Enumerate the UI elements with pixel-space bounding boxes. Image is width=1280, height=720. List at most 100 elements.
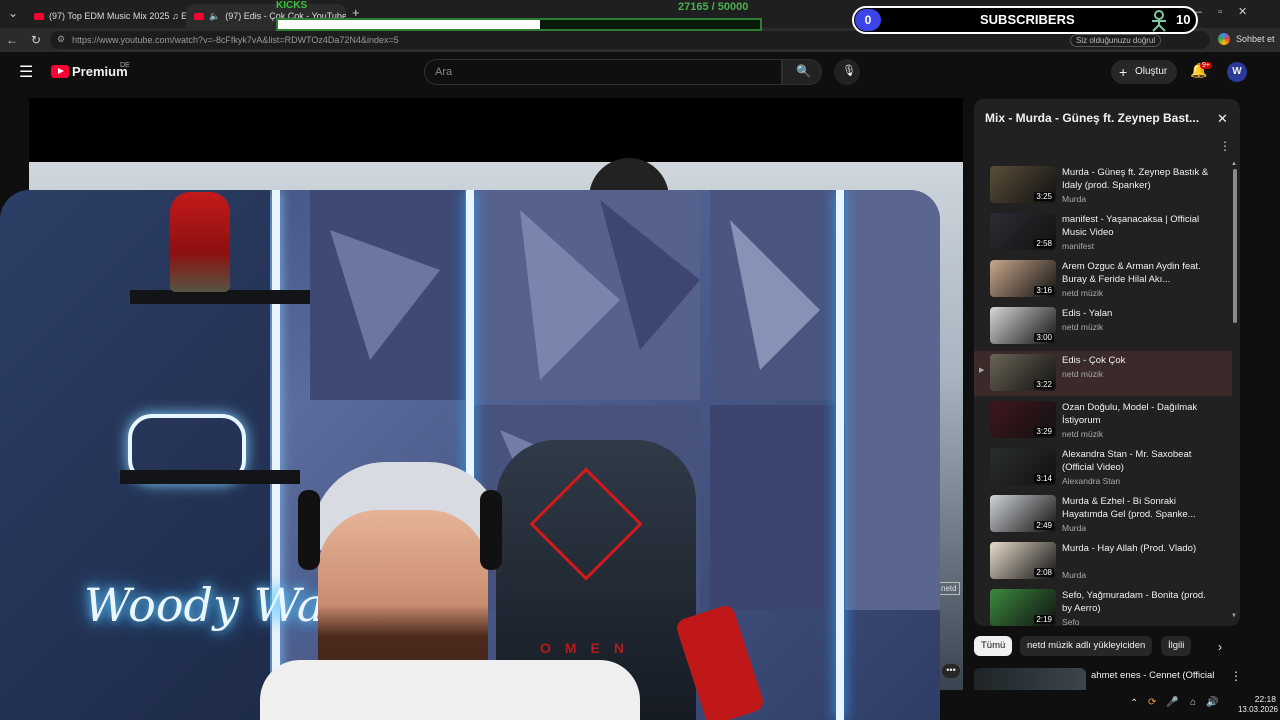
tab-list-chevron-icon[interactable]: ⌄ [5, 5, 21, 21]
playlist-thumbnail[interactable]: 3:00 [990, 307, 1056, 344]
playlist-scrollbar[interactable] [1233, 169, 1237, 323]
next-video-more-icon[interactable]: ⋮ [1230, 669, 1242, 683]
playlist-item[interactable]: 3:14 Alexandra Stan - Mr. Saxobeat (Offic… [974, 445, 1232, 490]
tab-title: (97) Top EDM Music Mix 2025 ♫ E [49, 11, 186, 21]
playlist-item-title: Edis - Çok Çok [1062, 355, 1126, 366]
video-duration: 2:58 [1034, 239, 1054, 248]
chips-next-icon[interactable]: › [1218, 640, 1222, 654]
tray-date[interactable]: 13.03.2026 [1228, 705, 1278, 714]
playlist-item-channel: netd müzik [1062, 288, 1104, 298]
tab-edm-mix[interactable]: (97) Top EDM Music Mix 2025 ♫ E ✕ [26, 4, 186, 28]
scroll-down-arrow-icon[interactable]: ▼ [1231, 613, 1237, 619]
playlist-item[interactable]: 2:08 Murda - Hay Allah (Prod. Vlado) Murda [974, 539, 1232, 584]
playlist-thumbnail[interactable]: 3:22 [990, 354, 1056, 391]
avatar[interactable]: W [1227, 62, 1247, 82]
video-duration: 3:14 [1034, 474, 1054, 483]
voice-search-button[interactable]: 🎙 [834, 59, 860, 85]
back-icon[interactable]: ← [4, 32, 20, 48]
tray-volume-icon[interactable]: 🔊 [1206, 697, 1218, 708]
playlist-thumbnail[interactable]: 2:08 [990, 542, 1056, 579]
now-playing-icon: ▶ [979, 367, 985, 374]
webcam-overlay: Woody Walker OMEN [0, 190, 940, 720]
playlist-item-channel: Murda [1062, 194, 1087, 204]
video-duration: 2:08 [1034, 568, 1054, 577]
playlist-item-channel: Alexandra Stan [1062, 476, 1121, 486]
playlist-item-channel: Sefo [1062, 617, 1080, 626]
youtube-logo-icon[interactable] [51, 65, 69, 78]
playlist-item-title: Sefo, Yağmuradam - Bonita (prod. by Aerr… [1062, 590, 1206, 614]
next-video-thumbnail[interactable] [974, 668, 1086, 690]
subs-label: SUBSCRIBERS [980, 12, 1075, 27]
playlist-item-channel: netd müzik [1062, 369, 1104, 379]
copilot-icon[interactable] [1218, 33, 1230, 45]
search-button[interactable]: 🔍 [782, 59, 822, 85]
site-info-icon[interactable]: ⚙ [57, 34, 65, 45]
wall-shelf [120, 470, 300, 484]
playlist-thumbnail[interactable]: 3:16 [990, 260, 1056, 297]
playlist-item[interactable]: 2:49 Murda & Ezhel - Bi Sonraki Hayatımda… [974, 492, 1232, 537]
tray-chevron-icon[interactable]: ⌃ [1130, 698, 1138, 709]
youtube-header: ☰ Premium DE Ara 🔍 🎙 + Oluştur 🔔 9+ W [0, 52, 1268, 92]
tray-app-icon[interactable]: ⟳ [1148, 697, 1156, 708]
playlist-item[interactable]: 3:00 Edis - Yalan netd müzik [974, 304, 1232, 349]
playlist-item[interactable]: 3:25 Murda - Güneş ft. Zeynep Bastık & Id… [974, 163, 1232, 208]
playlist-item-title: manifest - Yaşanacaksa | Official Music … [1062, 214, 1200, 238]
next-video-title[interactable]: ahmet enes - Cennet (Official [1091, 670, 1221, 681]
playlist-thumbnail[interactable]: 2:58 [990, 213, 1056, 250]
playlist-item-title: Murda - Güneş ft. Zeynep Bastık & Idaly … [1062, 167, 1209, 191]
chat-label[interactable]: Sohbet et [1236, 34, 1275, 44]
plus-icon: + [1119, 64, 1128, 80]
subs-count: 0 [855, 9, 881, 31]
figurine [170, 192, 230, 292]
microphone-icon: 🎙 [842, 65, 856, 77]
headphones [298, 490, 320, 570]
speaker-icon[interactable]: 🔈 [209, 11, 220, 22]
close-playlist-icon[interactable]: ✕ [1217, 111, 1228, 127]
playlist-thumbnail[interactable]: 3:29 [990, 401, 1056, 438]
playlist-thumbnail[interactable]: 2:19 [990, 589, 1056, 626]
playlist-item-current[interactable]: ▶ 3:22 Edis - Çok Çok netd müzik [974, 351, 1232, 396]
playlist-thumbnail[interactable]: 3:25 [990, 166, 1056, 203]
playlist-title[interactable]: Mix - Murda - Güneş ft. Zeynep Bast... [985, 111, 1205, 125]
tray-mic-icon[interactable]: 🎤 [1166, 697, 1178, 708]
chip-all[interactable]: Tümü [974, 636, 1013, 656]
led-strip [272, 190, 280, 720]
more-actions-icon[interactable]: ••• [942, 664, 960, 678]
scroll-up-arrow-icon[interactable]: ▲ [1231, 161, 1237, 167]
led-strip [836, 190, 844, 720]
subs-goal: 10 [1176, 12, 1191, 27]
playlist-item[interactable]: 3:16 Arem Ozguc & Arman Aydin feat. Buray… [974, 257, 1232, 302]
playlist-thumbnail[interactable]: 2:49 [990, 495, 1056, 532]
playlist-list: 3:25 Murda - Güneş ft. Zeynep Bastık & Id… [974, 163, 1232, 626]
search-input[interactable]: Ara [424, 59, 782, 85]
reload-icon[interactable]: ↻ [28, 32, 44, 48]
tray-time[interactable]: 22:18 [1238, 694, 1276, 704]
chip-related[interactable]: İlgili [1161, 636, 1192, 656]
video-duration: 2:19 [1034, 615, 1054, 624]
search-icon: 🔍 [796, 64, 811, 78]
verify-pill[interactable]: Siz olduğunuzu doğrul [1070, 34, 1162, 47]
hamburger-menu-icon[interactable]: ☰ [19, 62, 33, 82]
playlist-item[interactable]: 2:58 manifest - Yaşanacaksa | Official Mu… [974, 210, 1232, 255]
video-duration: 3:16 [1034, 286, 1054, 295]
kicks-label: KICKS [276, 0, 308, 11]
system-tray: ⌃ ⟳ 🎤 ⌂ 🔊 22:18 13.03.2026 [1110, 690, 1280, 720]
playlist-item[interactable]: 3:29 Ozan Doğulu, Model - Dağılmak İstiyo… [974, 398, 1232, 443]
playlist-panel: Mix - Murda - Güneş ft. Zeynep Bast... ✕… [974, 99, 1240, 626]
playlist-more-icon[interactable]: ⋮ [1219, 139, 1231, 153]
streamer-shirt [260, 660, 640, 720]
tray-wifi-icon[interactable]: ⌂ [1190, 697, 1196, 708]
url-text: https://www.youtube.com/watch?v=-8cFfkyk… [72, 35, 399, 45]
playlist-item-channel: netd müzik [1062, 429, 1104, 439]
playlist-thumbnail[interactable]: 3:14 [990, 448, 1056, 485]
notification-badge: 9+ [1200, 62, 1212, 69]
video-duration: 3:29 [1034, 427, 1054, 436]
channel-watermark: netd [938, 582, 960, 595]
playlist-item-channel: Murda [1062, 570, 1087, 580]
chip-from-uploader[interactable]: netd müzik adlı yükleyiciden [1020, 636, 1153, 656]
playlist-item[interactable]: 2:19 Sefo, Yağmuradam - Bonita (prod. by … [974, 586, 1232, 626]
window-controls[interactable]: –▫✕ [1196, 5, 1263, 18]
create-label: Oluştur [1135, 66, 1168, 77]
create-button[interactable]: + Oluştur [1111, 60, 1178, 84]
video-duration: 2:49 [1034, 521, 1054, 530]
